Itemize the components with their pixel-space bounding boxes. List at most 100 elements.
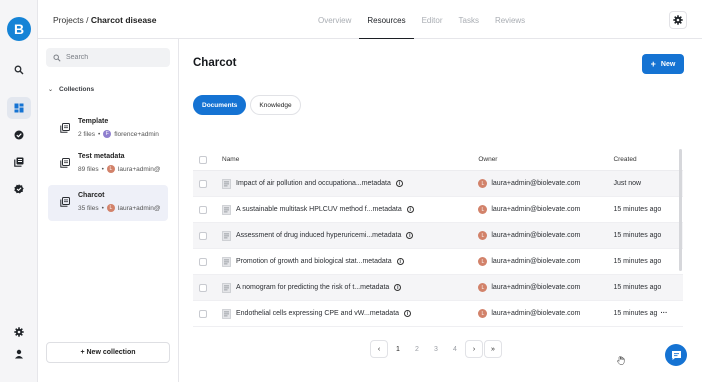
resource-type-tabs: Documents Knowledge bbox=[193, 95, 305, 115]
library-icon bbox=[60, 197, 70, 207]
avatar: L bbox=[478, 309, 488, 318]
tab-editor[interactable]: Editor bbox=[414, 0, 451, 39]
collection-name: Template bbox=[78, 118, 109, 125]
rail-tasks-button[interactable] bbox=[7, 124, 31, 146]
owner-email: laura+admin@biolevate.com bbox=[491, 284, 581, 291]
library-icon bbox=[60, 158, 70, 168]
row-checkbox[interactable] bbox=[199, 231, 207, 240]
document-name[interactable]: Assessment of drug induced hyperuricemi.… bbox=[236, 232, 401, 239]
collection-item-template[interactable]: Template 2 files • F florence+admin bbox=[48, 111, 168, 147]
breadcrumb: Projects / Charcot disease bbox=[53, 15, 157, 25]
page-2-button[interactable]: 2 bbox=[408, 340, 426, 358]
gear-icon bbox=[14, 327, 24, 337]
tab-overview[interactable]: Overview bbox=[310, 0, 359, 39]
info-icon[interactable]: i bbox=[404, 310, 412, 317]
info-icon[interactable]: i bbox=[394, 284, 402, 291]
info-icon[interactable]: i bbox=[406, 206, 414, 213]
row-name-cell: Assessment of drug induced hyperuricemi.… bbox=[222, 230, 478, 241]
table-row[interactable]: A nomogram for predicting the risk of t.… bbox=[193, 275, 683, 301]
top-bar: Projects / Charcot disease Overview Reso… bbox=[38, 0, 702, 39]
page-3-button[interactable]: 3 bbox=[427, 340, 445, 358]
table-row[interactable]: Assessment of drug induced hyperuricemi.… bbox=[193, 223, 683, 249]
row-checkbox[interactable] bbox=[199, 309, 207, 318]
column-header-name[interactable]: Name bbox=[222, 156, 478, 163]
collections-panel: ⌄ Collections Template 2 files • F flore… bbox=[38, 39, 179, 382]
chat-support-button[interactable] bbox=[665, 344, 687, 366]
plus-icon: + bbox=[650, 59, 656, 69]
collection-owner: laura+admin@ bbox=[117, 204, 161, 212]
document-icon bbox=[222, 256, 231, 267]
tab-resources[interactable]: Resources bbox=[359, 0, 414, 39]
rail-search-button[interactable] bbox=[7, 59, 31, 81]
document-name[interactable]: Promotion of growth and biological stat.… bbox=[236, 258, 392, 265]
collection-search[interactable] bbox=[46, 48, 170, 67]
document-name[interactable]: Endothelial cells expressing CPE and vW.… bbox=[236, 310, 399, 317]
collection-item-charcot[interactable]: Charcot 35 files • L laura+admin@ bbox=[48, 185, 168, 221]
table-row[interactable]: Impact of air pollution and occupationa.… bbox=[193, 171, 683, 197]
mouse-cursor-icon bbox=[617, 356, 625, 365]
left-rail: B bbox=[0, 0, 38, 382]
owner-email: laura+admin@biolevate.com bbox=[491, 206, 581, 213]
row-name-cell: Promotion of growth and biological stat.… bbox=[222, 256, 478, 267]
project-settings-button[interactable] bbox=[669, 11, 687, 29]
column-header-owner[interactable]: Owner bbox=[478, 156, 613, 163]
rail-reviews-button[interactable] bbox=[7, 178, 31, 200]
row-owner-cell: L laura+admin@biolevate.com bbox=[478, 257, 613, 266]
search-input[interactable] bbox=[66, 54, 166, 61]
tab-reviews[interactable]: Reviews bbox=[487, 0, 533, 39]
row-checkbox[interactable] bbox=[199, 179, 207, 188]
chat-icon bbox=[671, 350, 681, 360]
collections-section-toggle[interactable]: ⌄ Collections bbox=[48, 86, 94, 93]
breadcrumb-projects-link[interactable]: Projects bbox=[53, 15, 84, 25]
table-scrollbar[interactable] bbox=[679, 149, 682, 271]
row-owner-cell: L laura+admin@biolevate.com bbox=[478, 309, 613, 318]
table-row[interactable]: Promotion of growth and biological stat.… bbox=[193, 249, 683, 275]
row-owner-cell: L laura+admin@biolevate.com bbox=[478, 205, 613, 214]
meta-separator: • bbox=[101, 204, 104, 212]
more-actions-icon[interactable]: ··· bbox=[660, 310, 667, 317]
avatar: L bbox=[478, 283, 488, 292]
check-circle-icon bbox=[14, 130, 24, 140]
last-page-button[interactable]: » bbox=[484, 340, 502, 358]
collection-item-test-metadata[interactable]: Test metadata 89 files • L laura+admin@ bbox=[48, 146, 168, 182]
app-logo[interactable]: B bbox=[7, 17, 31, 41]
page-4-button[interactable]: 4 bbox=[446, 340, 464, 358]
document-icon bbox=[222, 178, 231, 189]
new-document-button[interactable]: + New bbox=[642, 54, 684, 74]
info-icon[interactable]: i bbox=[395, 180, 403, 187]
row-name-cell: Impact of air pollution and occupationa.… bbox=[222, 178, 478, 189]
document-name[interactable]: Impact of air pollution and occupationa.… bbox=[236, 180, 391, 187]
page-1-button[interactable]: 1 bbox=[389, 340, 407, 358]
row-checkbox[interactable] bbox=[199, 257, 207, 266]
document-name[interactable]: A sustainable multitask HPLCUV method f.… bbox=[236, 206, 402, 213]
rail-settings-button[interactable] bbox=[7, 321, 31, 343]
collection-meta: 35 files • L laura+admin@ bbox=[78, 204, 170, 212]
row-checkbox[interactable] bbox=[199, 205, 207, 214]
avatar: L bbox=[106, 165, 115, 173]
document-name[interactable]: A nomogram for predicting the risk of t.… bbox=[236, 284, 389, 291]
row-checkbox[interactable] bbox=[199, 283, 207, 292]
owner-email: laura+admin@biolevate.com bbox=[491, 232, 581, 239]
chevron-right-icon: › bbox=[472, 345, 476, 353]
created-time: 15 minutes ago bbox=[613, 206, 662, 213]
column-header-created[interactable]: Created bbox=[613, 156, 683, 163]
collection-file-count: 89 files bbox=[78, 165, 99, 173]
project-tabs: Overview Resources Editor Tasks Reviews bbox=[310, 0, 533, 39]
tab-knowledge[interactable]: Knowledge bbox=[250, 95, 301, 115]
tab-tasks[interactable]: Tasks bbox=[451, 0, 487, 39]
new-collection-button[interactable]: + New collection bbox=[46, 342, 170, 363]
row-name-cell: Endothelial cells expressing CPE and vW.… bbox=[222, 308, 478, 319]
table-row[interactable]: A sustainable multitask HPLCUV method f.… bbox=[193, 197, 683, 223]
rail-profile-button[interactable] bbox=[7, 343, 31, 365]
rail-library-button[interactable] bbox=[7, 151, 31, 173]
select-all-checkbox[interactable] bbox=[199, 155, 207, 164]
next-page-button[interactable]: › bbox=[465, 340, 483, 358]
table-row[interactable]: Endothelial cells expressing CPE and vW.… bbox=[193, 301, 683, 327]
info-icon[interactable]: i bbox=[406, 232, 414, 239]
previous-page-button[interactable]: ‹ bbox=[370, 340, 388, 358]
row-owner-cell: L laura+admin@biolevate.com bbox=[478, 179, 613, 188]
tab-documents[interactable]: Documents bbox=[193, 95, 247, 115]
created-time: Just now bbox=[613, 180, 642, 187]
rail-collections-button[interactable] bbox=[7, 97, 31, 119]
info-icon[interactable]: i bbox=[396, 258, 404, 265]
